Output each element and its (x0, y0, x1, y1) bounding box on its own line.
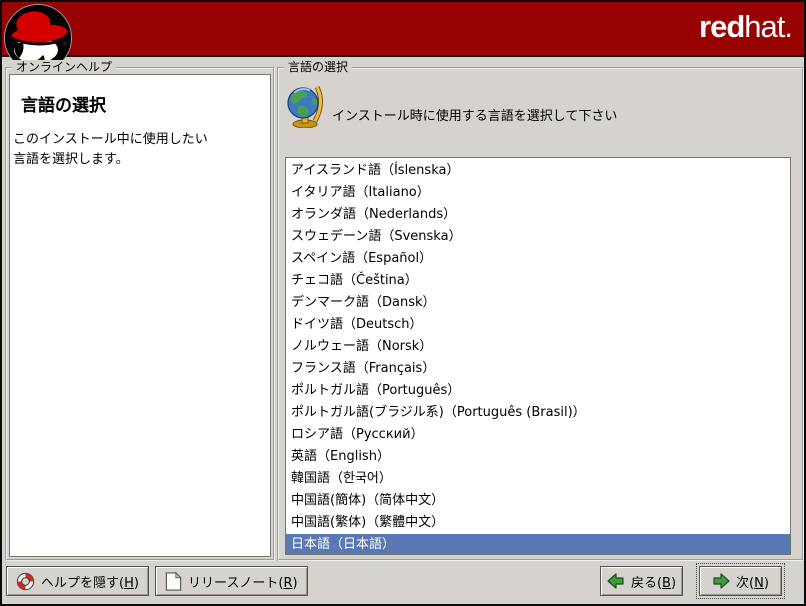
lifesaver-icon (16, 572, 35, 591)
language-list-item[interactable]: アイスランド語（Íslenska） (286, 160, 790, 182)
language-list-item[interactable]: 中国語(繁体)（繁體中文） (286, 512, 790, 534)
language-list[interactable]: アイスランド語（Íslenska）イタリア語（Italiano）オランダ語（Ne… (285, 157, 791, 555)
language-list-item[interactable]: 中国語(簡体)（简体中文） (286, 490, 790, 512)
language-list-item[interactable]: スペイン語（Español） (286, 248, 790, 270)
installer-window: redhat. ® オンラインヘルプ 言語の選択 このインストール中に使用したい… (0, 0, 806, 606)
wordmark-red: red (699, 9, 744, 44)
language-list-item[interactable]: ノルウェー語（Norsk） (286, 336, 790, 358)
hide-help-button[interactable]: ヘルプを隠す(H) (6, 566, 149, 596)
language-list-item[interactable]: スウェデーン語（Svenska） (286, 226, 790, 248)
language-list-item[interactable]: 日本語（日本語） (286, 534, 790, 555)
top-banner: redhat. (2, 2, 804, 57)
redhat-wordmark: redhat. (699, 10, 792, 44)
language-list-item[interactable]: デンマーク語（Dansk） (286, 292, 790, 314)
language-list-item[interactable]: 韓国語（한국어） (286, 468, 790, 490)
back-button[interactable]: 戻る(B) (600, 566, 683, 596)
language-list-item[interactable]: イタリア語（Italiano） (286, 182, 790, 204)
next-label: 次(N) (736, 572, 769, 591)
language-selection-frame-label: 言語の選択 (284, 60, 352, 74)
release-notes-button[interactable]: リリースノート(R) (155, 566, 308, 596)
help-body-line2: 言語を選択します。 (13, 150, 270, 170)
language-selection-panel: 言語の選択 インストール時に使用する言語を選択して下さい アイスランド語（Ísl… (277, 67, 804, 561)
arrow-left-icon (607, 573, 625, 589)
language-list-item[interactable]: 英語（English） (286, 446, 790, 468)
help-content: 言語の選択 このインストール中に使用したい 言語を選択します。 (9, 74, 271, 557)
hide-help-label: ヘルプを隠す(H) (41, 572, 139, 591)
arrow-right-icon (712, 573, 730, 589)
document-icon (165, 572, 182, 591)
back-label: 戻る(B) (631, 572, 676, 591)
globe-icon (287, 84, 325, 128)
next-button[interactable]: 次(N) (699, 566, 782, 596)
language-list-item[interactable]: ポルトガル語（Português） (286, 380, 790, 402)
svg-text:®: ® (62, 41, 68, 48)
release-notes-label: リリースノート(R) (188, 572, 298, 591)
wordmark-hat: hat. (744, 9, 792, 44)
language-list-item[interactable]: ポルトガル語(ブラジル系)（Português (Brasil)） (286, 402, 790, 424)
help-heading: 言語の選択 (21, 91, 270, 116)
language-list-item[interactable]: オランダ語（Nederlands） (286, 204, 790, 226)
help-body-text: このインストール中に使用したい 言語を選択します。 (13, 130, 270, 169)
language-list-item[interactable]: フランス語（Français） (286, 358, 790, 380)
language-list-item[interactable]: ドイツ語（Deutsch） (286, 314, 790, 336)
language-list-item[interactable]: ロシア語（Русский） (286, 424, 790, 446)
language-list-item[interactable]: チェコ語（Čeština） (286, 270, 790, 292)
online-help-frame-label: オンラインヘルプ (12, 60, 116, 74)
online-help-panel: オンラインヘルプ 言語の選択 このインストール中に使用したい 言語を選択します。 (5, 67, 275, 561)
help-body-line1: このインストール中に使用したい (13, 130, 270, 150)
language-prompt: インストール時に使用する言語を選択して下さい (332, 105, 617, 124)
